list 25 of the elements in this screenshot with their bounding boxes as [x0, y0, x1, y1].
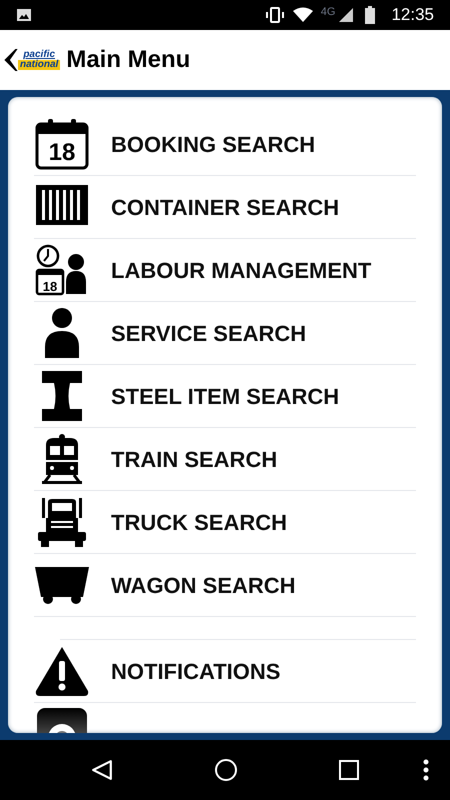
battery-icon	[365, 6, 376, 24]
menu-item[interactable]: BOOKING SEARCH	[111, 128, 316, 160]
menu-item[interactable]: SERVICE SEARCH	[111, 316, 306, 350]
menu-item[interactable]: STEEL ITEM SEARCH	[111, 380, 340, 412]
back-icon[interactable]	[90, 759, 113, 781]
warning-icon	[34, 645, 90, 697]
network-type: 4G	[320, 5, 336, 20]
screen-title: Main Menu	[66, 45, 190, 75]
more-icon[interactable]	[423, 759, 429, 781]
menu-item[interactable]: NOTIFICATIONS	[111, 654, 280, 688]
wifi-icon	[292, 7, 313, 23]
recents-icon[interactable]	[339, 760, 360, 780]
menu-item[interactable]: WAGON SEARCH	[111, 568, 296, 602]
signal-icon	[339, 8, 354, 22]
menu-item[interactable]: LABOUR MANAGEMENT	[111, 254, 372, 286]
menu-item[interactable]: TRUCK SEARCH	[111, 506, 287, 538]
menu-item[interactable]: TRAIN SEARCH	[111, 442, 278, 476]
company-logo: pacific national	[18, 50, 60, 70]
image-icon	[16, 7, 32, 23]
clock: 12:35	[391, 4, 434, 26]
vibrate-icon	[264, 7, 285, 23]
home-icon[interactable]	[214, 758, 238, 782]
back-button[interactable]: pacific national	[4, 49, 60, 71]
back-chevron-icon	[4, 49, 18, 71]
menu-item[interactable]: CONTAINER SEARCH	[111, 190, 340, 224]
